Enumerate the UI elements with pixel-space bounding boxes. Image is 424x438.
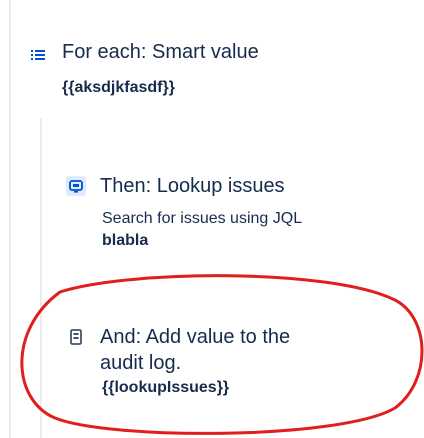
search-issue-icon — [66, 176, 86, 196]
audit-log-value: {{lookupIssues}} — [102, 379, 230, 396]
lookup-issues-jql: blabla — [102, 232, 149, 249]
audit-log-step[interactable]: And: Add value to the audit log. {{looku… — [0, 320, 424, 410]
audit-log-title-line1: And: Add value to the — [100, 326, 291, 348]
list-icon — [28, 45, 48, 65]
audit-log-title-line2: audit log. — [100, 352, 182, 374]
for-each-title: For each: Smart value — [62, 41, 259, 63]
audit-log-icon — [66, 327, 86, 347]
lookup-issues-description: Search for issues using JQL — [102, 210, 303, 227]
lookup-issues-title: Then: Lookup issues — [100, 175, 285, 197]
lookup-issues-step[interactable]: Then: Lookup issues Search for issues us… — [0, 170, 424, 250]
for-each-smart-value: {{aksdjkfasdf}} — [62, 79, 175, 96]
for-each-step[interactable]: For each: Smart value {{aksdjkfasdf}} — [0, 36, 424, 106]
